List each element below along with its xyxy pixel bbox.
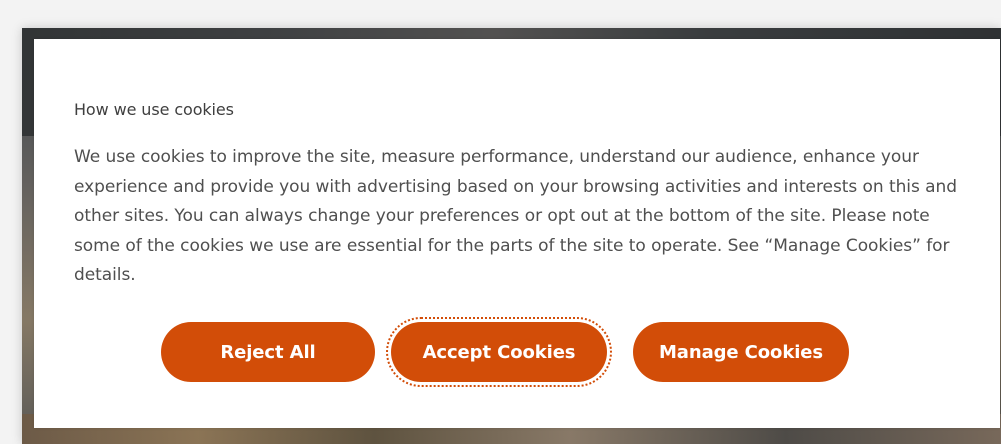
accept-cookies-button[interactable]: Accept Cookies xyxy=(386,317,612,387)
cookie-actions: Reject All Accept Cookies Manage Cookies xyxy=(161,317,851,387)
cookie-consent-modal: How we use cookies We use cookies to imp… xyxy=(34,39,1000,428)
reject-all-button[interactable]: Reject All xyxy=(161,322,375,382)
cookie-consent-screen: How we use cookies We use cookies to imp… xyxy=(0,0,1001,444)
cookie-description: We use cookies to improve the site, meas… xyxy=(74,147,957,285)
manage-cookies-button[interactable]: Manage Cookies xyxy=(633,322,849,382)
cookie-title: How we use cookies xyxy=(74,100,234,119)
